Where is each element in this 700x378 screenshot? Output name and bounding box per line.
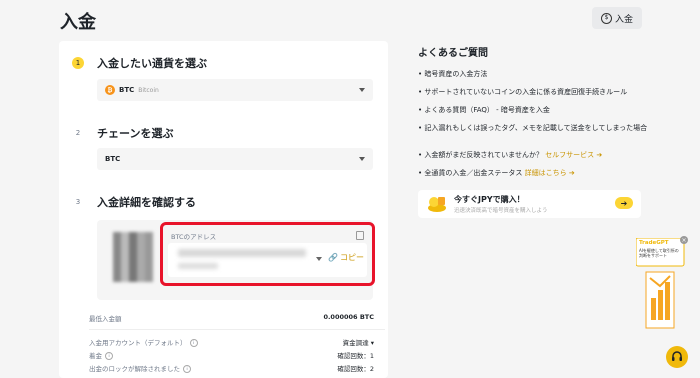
- faq-title: よくあるご質問: [418, 48, 488, 59]
- unlock-row: 出金のロックが解除されました i: [89, 363, 191, 373]
- step-1-number: 1: [72, 57, 84, 69]
- ad-text: AIを駆使して取引所の判断をサポート: [639, 248, 679, 258]
- address-label: BTCのアドレス: [171, 233, 217, 241]
- credit-label: 着金: [89, 352, 102, 360]
- support-chat-button[interactable]: [666, 346, 688, 368]
- chevron-down-icon: ▾: [370, 339, 374, 347]
- address-text-blurred: [178, 249, 306, 257]
- account-label: 入金用アカウント（デフォルト）: [89, 339, 187, 347]
- page-title: 入金: [60, 12, 96, 33]
- promo-subtitle: 迅速決済既高で暗号資産を購入しよう: [454, 208, 548, 214]
- copy-label: コピー: [339, 253, 364, 262]
- credit-row: 着金 i: [89, 350, 113, 360]
- faq-item[interactable]: • よくある質問（FAQ） - 暗号資産を入金: [418, 105, 550, 115]
- chevron-down-icon[interactable]: [316, 257, 322, 261]
- step-3-number: 3: [75, 198, 81, 206]
- link-icon: 🔗: [328, 253, 338, 262]
- chevron-down-icon: [359, 157, 365, 161]
- close-icon[interactable]: ×: [680, 236, 688, 244]
- coin-icon: $: [600, 12, 612, 24]
- chevron-down-icon: [359, 88, 365, 92]
- ad-title: TradeGPT: [639, 240, 669, 246]
- faq-item[interactable]: • サポートされていないコインの入金に係る資産回復手続きルール: [418, 87, 627, 97]
- step-2-number: 2: [75, 129, 81, 137]
- coin-symbol: BTC: [119, 86, 135, 94]
- faq-item-label: 暗号資産の入金方法: [424, 70, 488, 78]
- faq-item-label: サポートされていないコインの入金に係る資産回復手続きルール: [424, 88, 628, 96]
- step-3-title: 入金詳細を確認する: [97, 196, 196, 209]
- promo-title: 今すぐJPYで購入！: [454, 195, 525, 204]
- info-icon[interactable]: i: [189, 339, 198, 347]
- qr-code: [113, 232, 153, 282]
- info-icon[interactable]: i: [183, 365, 191, 373]
- tradegpt-ad[interactable]: TradeGPT AIを駆使して取引所の判断をサポート ×: [635, 236, 688, 330]
- not-reflected-text: 入金額がまだ反映されていませんか？: [424, 151, 543, 159]
- deposit-button[interactable]: $ 入金: [592, 7, 642, 29]
- min-deposit-value: 0.000006 BTC: [323, 313, 374, 321]
- address-text-blurred: [178, 263, 218, 269]
- faq-item-label: よくある質問（FAQ） - 暗号資産を入金: [424, 106, 550, 114]
- headset-icon: [672, 351, 682, 361]
- deposit-button-label: 入金: [614, 14, 633, 25]
- faq-item[interactable]: • 記入漏れもしくは誤ったタグ、メモを記載して送金をしてしまった場合: [418, 123, 647, 133]
- info-icon[interactable]: i: [105, 352, 113, 360]
- step-1-title: 入金したい通貨を選ぶ: [97, 57, 207, 70]
- step-2-title: チェーンを選ぶ: [97, 127, 174, 140]
- min-deposit-label: 最低入金額: [89, 315, 122, 323]
- chain-value: BTC: [105, 155, 121, 163]
- unlock-value: 確認回数：2: [337, 365, 374, 373]
- status-text: 全通貨の入金／出金ステータス: [424, 169, 523, 177]
- chain-select[interactable]: BTC: [97, 148, 373, 170]
- status-row: • 全通貨の入金／出金ステータス 詳細はこちら ➔: [418, 169, 575, 177]
- copy-button[interactable]: 🔗 コピー: [328, 252, 364, 263]
- buy-jpy-banner[interactable]: 今すぐJPYで購入！ 迅速決済既高で暗号資産を購入しよう ➔: [418, 190, 641, 218]
- account-value: 資金調達: [342, 339, 369, 347]
- arrow-right-icon[interactable]: ➔: [615, 197, 633, 209]
- bitcoin-icon: ₿: [105, 85, 115, 95]
- faq-item[interactable]: • 暗号資産の入金方法: [418, 69, 487, 79]
- status-details-link[interactable]: 詳細はこちら ➔: [525, 169, 575, 177]
- promo-illustration-icon: [428, 197, 446, 212]
- divider: [89, 329, 385, 330]
- not-reflected-row: • 入金額がまだ反映されていませんか？ セルフサービス ➔: [418, 151, 603, 159]
- document-icon[interactable]: [356, 231, 364, 240]
- coin-select[interactable]: ₿ BTC Bitcoin: [97, 79, 373, 101]
- faq-item-label: 記入漏れもしくは誤ったタグ、メモを記載して送金をしてしまった場合: [424, 124, 648, 132]
- coin-name: Bitcoin: [138, 86, 159, 94]
- unlock-label: 出金のロックが解除されました: [89, 365, 180, 373]
- account-row: 入金用アカウント（デフォルト） i: [89, 337, 198, 347]
- credit-value: 確認回数：1: [337, 352, 374, 360]
- address-field[interactable]: 🔗 コピー: [168, 243, 367, 277]
- account-select[interactable]: 資金調達 ▾: [343, 337, 374, 347]
- deposit-panel: 1 入金したい通貨を選ぶ ₿ BTC Bitcoin 2 チェーンを選ぶ BTC…: [59, 41, 388, 378]
- deposit-address-box: BTCのアドレス 🔗 コピー: [160, 222, 375, 286]
- self-service-link[interactable]: セルフサービス ➔: [545, 151, 602, 159]
